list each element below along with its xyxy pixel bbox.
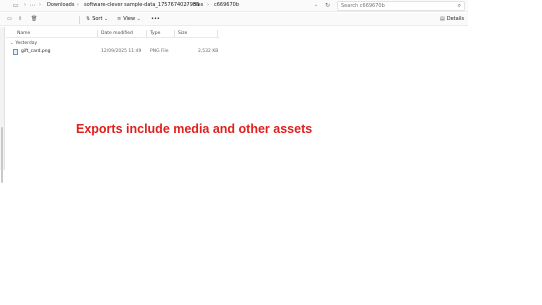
chevron-right-icon: › [39,2,41,8]
share-icon[interactable]: ⇪ [18,16,24,23]
group-label: Yesterday [15,41,38,46]
view-icon: ≡ [117,16,122,22]
breadcrumb-c669670b[interactable]: c669670b [214,2,239,9]
details-button[interactable]: ▤ Details [440,16,464,23]
chevron-down-icon: ⌄ [102,16,109,22]
chevron-right-icon: › [186,2,188,8]
file-type: PNG File [150,49,169,54]
breadcrumb-sample-data[interactable]: software-clever sample-data_175767402793… [84,2,199,9]
details-label: Details [446,16,465,22]
search-box[interactable]: ⌕ [337,1,465,11]
file-row[interactable]: gift_card.png 12/09/2025 11:49 PNG File … [10,48,220,56]
column-header-date-modified[interactable]: Date modified [101,30,133,37]
chevron-right-icon: › [207,2,209,8]
column-header-name[interactable]: Name [17,30,30,37]
chevron-right-icon: › [77,2,79,8]
column-header-type[interactable]: Type [150,30,160,37]
view-button[interactable]: ≡ View ⌄ [117,16,143,23]
monitor-icon[interactable]: ▭ [12,2,19,9]
more-button[interactable]: ••• [151,16,160,23]
scrollbar-thumb[interactable] [1,127,3,183]
search-input[interactable] [341,2,451,10]
sort-button[interactable]: ⇅ Sort ⌄ [86,16,110,23]
chevron-down-icon: ⌄ [10,40,14,45]
column-headers: Name Date modified Type Size [6,29,219,38]
breadcrumb-files[interactable]: files [193,2,203,9]
delete-icon[interactable]: 🗑 [31,16,39,23]
divider [79,16,80,24]
column-divider[interactable] [217,30,218,37]
column-divider[interactable] [174,30,175,37]
rename-icon[interactable]: ▭ [7,16,14,23]
file-explorer-window: ▭ › ⋯ › Downloads › software-clever samp… [0,0,468,183]
chevron-right-icon: › [24,2,26,8]
group-header-yesterday[interactable]: ⌄ Yesterday [10,40,37,47]
file-date-modified: 12/09/2025 11:49 [101,49,142,54]
column-divider[interactable] [97,30,98,37]
breadcrumb-downloads[interactable]: Downloads [47,2,74,9]
column-divider[interactable] [146,30,147,37]
file-size: 2,532 KB [198,49,219,54]
chevron-down-icon: ⌄ [135,16,141,22]
file-name: gift_card.png [21,49,51,54]
refresh-icon[interactable]: ↻ [324,2,331,9]
command-bar: ▭ ⇪ 🗑 ⇅ Sort ⌄ ≡ View ⌄ ••• ▤ Details [0,13,468,26]
search-icon[interactable]: ⌕ [458,2,461,10]
column-header-size[interactable]: Size [178,30,187,37]
image-file-icon [13,49,18,55]
details-icon: ▤ [440,16,445,22]
sort-icon: ⇅ [86,16,91,22]
chevron-down-icon[interactable]: ⌄ [314,2,318,9]
address-bar: ▭ › ⋯ › Downloads › software-clever samp… [0,0,468,12]
dots-icon[interactable]: ⋯ [29,2,36,9]
view-label: View [123,16,136,22]
caption-text: Exports include media and other assets [76,122,313,136]
sort-label: Sort [92,16,103,22]
navigation-pane[interactable] [0,27,5,183]
